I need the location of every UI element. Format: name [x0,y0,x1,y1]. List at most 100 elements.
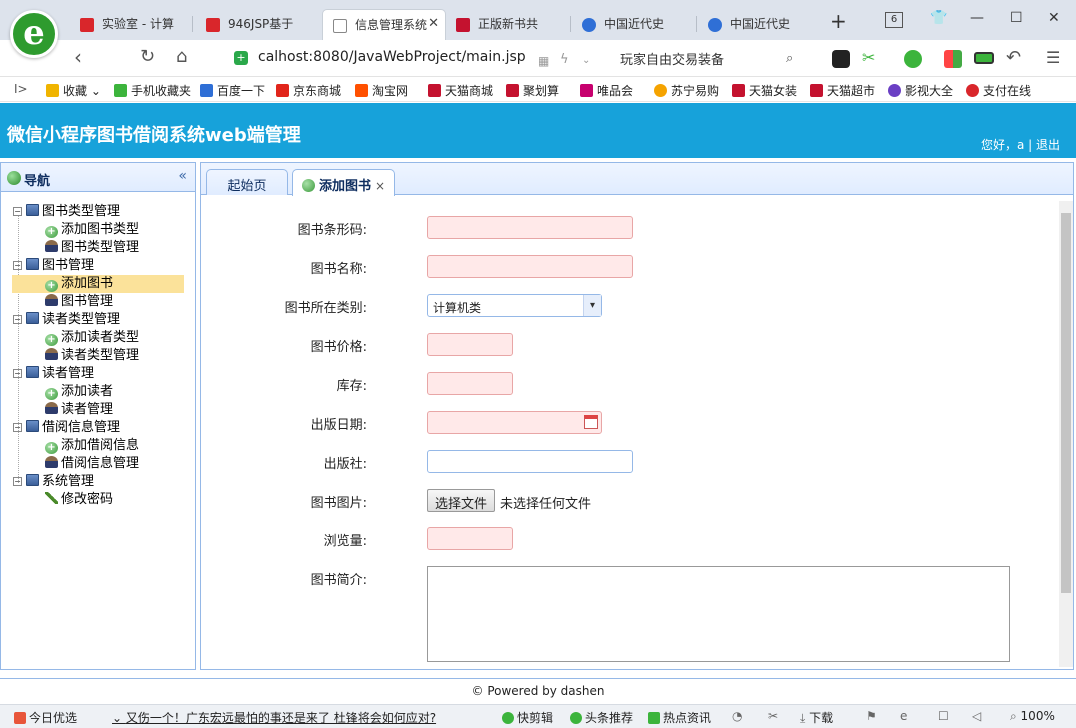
tab-count-badge[interactable]: 6 [885,12,903,28]
bookmark-item[interactable]: 聚划算 [506,82,559,99]
choose-file-button[interactable]: 选择文件 [427,489,496,512]
shirt-icon[interactable]: 👕 [930,10,947,26]
bookmark-item[interactable]: 支付在线 [966,82,1031,99]
translate-icon[interactable] [904,50,922,68]
browser-logo-icon[interactable]: e [10,10,58,58]
collapse-icon[interactable]: « [178,168,187,184]
tab-divider [570,16,571,32]
bookmark-item[interactable]: 手机收藏夹 [114,82,191,99]
window-icon[interactable]: ☐ [938,709,949,723]
scissors-icon[interactable]: ✂ [862,48,875,68]
bookmark-item[interactable]: 天猫女装 [732,82,797,99]
close-tab-icon[interactable]: ✕ [428,16,439,31]
flag-icon[interactable]: ⚑ [866,709,877,723]
bookmark-item[interactable]: 收藏 ⌄ [46,82,101,99]
reload-icon[interactable]: ↻ [140,47,155,67]
vertical-scrollbar[interactable] [1059,201,1073,667]
bookmark-item[interactable]: 天猫超市 [810,82,875,99]
menu-icon[interactable]: ☰ [1046,48,1060,68]
new-tab-button[interactable]: + [830,9,847,33]
close-tab-icon[interactable]: × [375,179,385,193]
browser-tab[interactable]: 正版新书共 [446,9,566,40]
scrollbar-thumb[interactable] [1061,213,1071,593]
collapse-node-icon[interactable]: − [13,423,22,432]
sidebar-item-book-manage[interactable]: 图书管理 [45,293,113,311]
quick-clip-button[interactable]: 快剪辑 [502,709,553,726]
collapse-node-icon[interactable]: − [13,477,22,486]
barcode-input[interactable] [427,216,633,239]
sidebar-item-reader-manage[interactable]: 读者管理 [45,401,113,419]
price-input[interactable] [427,333,513,356]
browser-tab[interactable]: 实验室 - 计算 [70,9,190,40]
chevron-down-icon[interactable]: ⌄ [582,51,590,71]
hot-news-button[interactable]: 热点资讯 [648,709,711,726]
sidebar-item-borrow-manage[interactable]: 借阅信息管理 [45,455,139,473]
sidebar-item-add-reader[interactable]: + 添加读者 [45,383,113,401]
speed-icon[interactable]: ◔ [732,709,742,723]
zoom-level[interactable]: ⌕ 100% [1010,709,1055,724]
minimize-icon[interactable]: — [970,10,984,26]
sidebar-toggle-icon[interactable]: I> [14,82,28,96]
sidebar-item-change-password[interactable]: 修改密码 [45,491,113,509]
sidebar-item-add-reader-type[interactable]: + 添加读者类型 [45,329,139,347]
browser-tab[interactable]: 中国近代史 [572,9,692,40]
grid-icon[interactable]: ▦ [538,51,549,71]
gamepad-icon[interactable] [832,50,850,68]
tree-group-book-type[interactable]: − 图书类型管理 [13,203,120,221]
bookmark-item[interactable]: 百度一下 [200,82,265,99]
undo-icon[interactable]: ↶ [1006,48,1021,68]
tab-label: 添加图书 [318,179,371,194]
bookmark-item[interactable]: 唯品会 [580,82,633,99]
cut-icon[interactable]: ✂ [768,709,778,723]
bookmark-item[interactable]: 影视大全 [888,82,953,99]
download-button[interactable]: ⤓ 下载 [800,709,833,726]
maximize-icon[interactable]: ☐ [1010,10,1023,26]
stock-input[interactable] [427,372,513,395]
bookmark-item[interactable]: 苏宁易购 [654,82,719,99]
collapse-node-icon[interactable]: − [13,315,22,324]
sidebar-item-book-type-manage[interactable]: 图书类型管理 [45,239,139,257]
today-picks[interactable]: 今日优选 [14,709,77,726]
user-greeting-logout[interactable]: 您好，a | 退出 [981,136,1060,153]
category-select[interactable]: 计算机类 ▾ [427,294,602,317]
calendar-icon[interactable] [584,415,598,429]
ie-icon[interactable]: e [900,709,907,723]
search-field[interactable]: 玩家自由交易装备 [612,45,802,71]
address-bar[interactable]: + calhost:8080/JavaWebProject/main.jsp [228,45,608,71]
tree-group-book[interactable]: − 图书管理 [13,257,94,275]
tab-add-book[interactable]: 添加图书 × [292,169,395,196]
collapse-node-icon[interactable]: − [13,207,22,216]
tree-group-reader-type[interactable]: − 读者类型管理 [13,311,120,329]
sidebar-item-add-book-type[interactable]: + 添加图书类型 [45,221,139,239]
bookmark-item[interactable]: 淘宝网 [355,82,408,99]
speaker-icon[interactable]: ◁ [972,709,981,723]
home-icon[interactable]: ⌂ [176,47,187,67]
publisher-input[interactable] [427,450,633,473]
tab-home[interactable]: 起始页 [206,169,288,195]
browser-tab[interactable]: 946JSP基于 [196,9,316,40]
search-icon[interactable]: ⌕ [786,49,793,69]
publish-date-input[interactable] [427,411,602,434]
intro-textarea[interactable] [427,566,1010,662]
back-icon[interactable]: ‹ [74,47,82,67]
views-input[interactable] [427,527,513,550]
collapse-node-icon[interactable]: − [13,369,22,378]
sidebar-item-reader-type-manage[interactable]: 读者类型管理 [45,347,139,365]
apps-icon[interactable] [944,50,962,68]
lightning-icon[interactable]: ϟ [560,50,569,70]
news-headline-link[interactable]: ⌄ 又伤一个！广东宏远最怕的事还是来了 杜锋将会如何应对? [112,709,436,726]
browser-tab[interactable]: 中国近代史 [698,9,818,40]
collapse-node-icon[interactable]: − [13,261,22,270]
book-name-input[interactable] [427,255,633,278]
headline-recommend-button[interactable]: 头条推荐 [570,709,633,726]
browser-tab-active[interactable]: 信息管理系统 ✕ [322,9,446,40]
bookmark-item[interactable]: 天猫商城 [428,82,493,99]
close-window-icon[interactable]: ✕ [1048,10,1060,26]
tree-group-reader[interactable]: − 读者管理 [13,365,94,383]
battery-icon[interactable] [974,52,994,64]
tree-group-system[interactable]: − 系统管理 [13,473,94,491]
tree-group-borrow[interactable]: − 借阅信息管理 [13,419,120,437]
sidebar-item-add-borrow[interactable]: + 添加借阅信息 [45,437,139,455]
bookmark-item[interactable]: 京东商城 [276,82,341,99]
sidebar-item-add-book[interactable]: + 添加图书 [12,275,184,293]
